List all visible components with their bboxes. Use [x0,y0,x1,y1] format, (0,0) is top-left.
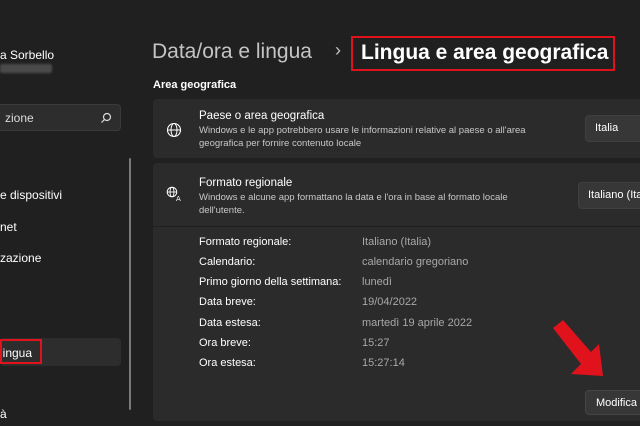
sidebar-scrollbar[interactable] [129,158,131,410]
section-title: Area geografica [153,79,237,91]
page-title-text: Lingua e area geografica [361,41,609,64]
detail-value: martedì 19 aprile 2022 [362,317,473,329]
settings-search-input[interactable]: zione [0,104,121,131]
user-email-blurred [0,64,52,73]
sidebar-item-network-internet[interactable]: net [0,220,17,234]
regional-format-icon: A [166,186,181,202]
highlight-box-sidebar [0,339,42,364]
detail-label: Calendario: [199,256,256,268]
country-title: Paese o area geografica [199,110,325,122]
detail-value: 15:27 [362,337,390,349]
regional-format-dropdown[interactable]: Italiano (Ita [578,182,640,209]
detail-label: Ora estesa: [199,357,256,369]
sidebar-item-accessibility[interactable]: à [0,407,7,421]
sidebar-item-personalization[interactable]: zazione [0,251,41,265]
detail-value: lunedì [362,276,392,288]
detail-value: Italiano (Italia) [362,236,432,248]
red-arrow-annotation [553,320,603,376]
user-name: a Sorbello [0,48,55,62]
detail-label: Primo giorno della settimana: [199,276,342,288]
page-title: Lingua e area geografica [351,36,615,71]
regional-format-title: Formato regionale [199,177,293,189]
detail-label: Formato regionale: [199,236,292,248]
detail-label: Ora breve: [199,337,251,349]
detail-value: 15:27:14 [362,357,405,369]
sidebar-item-bluetooth-devices[interactable]: e dispositivi [0,188,62,202]
svg-text:A: A [176,195,181,202]
search-placeholder: zione [5,111,34,125]
card-divider [153,226,640,227]
search-icon[interactable] [100,112,112,124]
detail-value: calendario gregoriano [362,256,469,268]
detail-value: 19/04/2022 [362,296,418,308]
detail-label: Data breve: [199,296,256,308]
modify-button[interactable]: Modifica [585,390,640,415]
regional-format-description: Windows e alcune app formattano la data … [199,192,508,216]
breadcrumb-parent[interactable]: Data/ora e lingua [152,40,312,64]
breadcrumb-separator: › [335,40,341,60]
country-description: Windows e le app potrebbero usare le inf… [199,125,526,149]
globe-icon [166,122,182,138]
detail-label: Data estesa: [199,317,261,329]
country-dropdown[interactable]: Italia [585,115,640,142]
